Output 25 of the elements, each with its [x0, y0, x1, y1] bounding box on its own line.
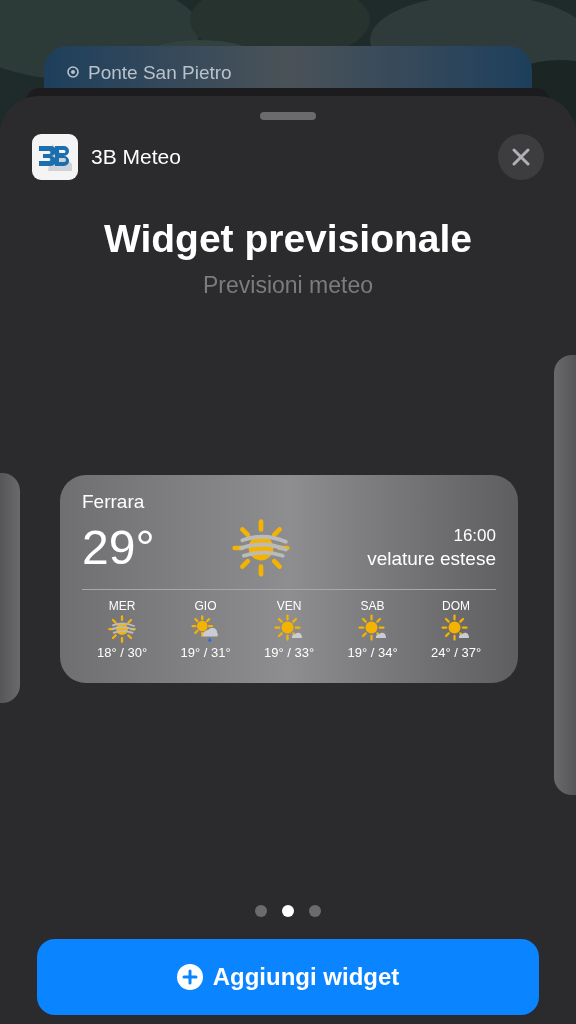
forecast-range: 19° / 31° — [180, 643, 231, 662]
forecast-day: SAB — [360, 597, 385, 614]
close-button[interactable] — [498, 134, 544, 180]
condition-text: velature estese — [367, 546, 496, 571]
widget-subtitle: Previsioni meteo — [203, 271, 373, 300]
forecast-range: 24° / 37° — [430, 643, 482, 662]
location-icon — [66, 65, 80, 79]
app-name: 3B Meteo — [91, 144, 181, 171]
location-name: Ponte San Pietro — [88, 62, 232, 84]
forecast-day: VEN — [276, 597, 302, 614]
forecast-day: MER — [108, 597, 136, 614]
city-name: Ferrara — [82, 490, 145, 513]
plus-icon — [176, 963, 203, 990]
current-temperature: 29° — [82, 519, 155, 576]
app-logo — [32, 134, 78, 180]
drag-handle[interactable] — [260, 112, 316, 120]
add-widget-button[interactable]: Aggiungi widget — [37, 938, 539, 1015]
update-time: 16:00 — [453, 524, 496, 547]
close-icon — [512, 148, 530, 166]
forecast-range: 19° / 34° — [347, 643, 398, 662]
forecast-day: DOM — [442, 597, 470, 614]
forecast-range: 19° / 33° — [263, 643, 315, 662]
forecast-day: GIO — [194, 597, 217, 614]
forecast-range: 18° / 30° — [96, 643, 148, 662]
widget-title: Widget previsionale — [103, 216, 473, 262]
